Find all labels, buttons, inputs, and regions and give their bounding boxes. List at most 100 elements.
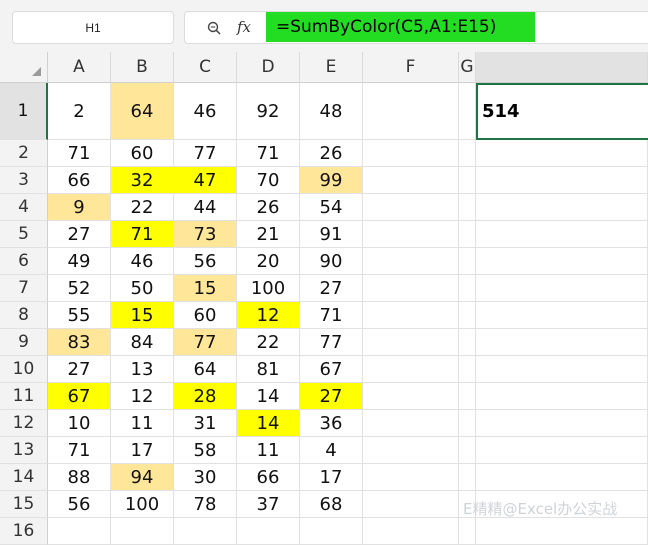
cell-h12[interactable]: [476, 410, 648, 437]
cell-d11[interactable]: 14: [237, 383, 300, 410]
function-icon[interactable]: fx: [237, 18, 251, 36]
row-header-15[interactable]: 15: [0, 491, 48, 518]
cell-h6[interactable]: [476, 248, 648, 275]
cell-b3[interactable]: 32: [111, 167, 174, 194]
cell-f4[interactable]: [363, 194, 459, 221]
row-header-12[interactable]: 12: [0, 410, 48, 437]
row-header-3[interactable]: 3: [0, 167, 48, 194]
cell-c15[interactable]: 78: [174, 491, 237, 518]
row-header-13[interactable]: 13: [0, 437, 48, 464]
cell-c16[interactable]: [174, 518, 237, 545]
cell-e13[interactable]: 4: [300, 437, 363, 464]
cell-d8[interactable]: 12: [237, 302, 300, 329]
row-header-6[interactable]: 6: [0, 248, 48, 275]
column-header-a[interactable]: A: [48, 52, 111, 83]
cell-d5[interactable]: 21: [237, 221, 300, 248]
cell-e1[interactable]: 48: [300, 83, 363, 140]
cell-c5[interactable]: 73: [174, 221, 237, 248]
cell-d12[interactable]: 14: [237, 410, 300, 437]
row-header-9[interactable]: 9: [0, 329, 48, 356]
cell-h14[interactable]: [476, 464, 648, 491]
cell-g4[interactable]: [459, 194, 476, 221]
active-cell-h1[interactable]: 514: [476, 83, 648, 140]
cell-a15[interactable]: 56: [48, 491, 111, 518]
cell-e5[interactable]: 91: [300, 221, 363, 248]
cell-a3[interactable]: 66: [48, 167, 111, 194]
cell-f6[interactable]: [363, 248, 459, 275]
cell-b8[interactable]: 15: [111, 302, 174, 329]
select-all-corner[interactable]: [0, 52, 48, 83]
cell-d6[interactable]: 20: [237, 248, 300, 275]
column-header-g[interactable]: G: [459, 52, 476, 83]
cell-a16[interactable]: [48, 518, 111, 545]
cell-a7[interactable]: 52: [48, 275, 111, 302]
cell-f10[interactable]: [363, 356, 459, 383]
cell-e14[interactable]: 17: [300, 464, 363, 491]
cell-f5[interactable]: [363, 221, 459, 248]
cell-g1[interactable]: [459, 83, 476, 140]
column-header-e[interactable]: E: [300, 52, 363, 83]
cell-d4[interactable]: 26: [237, 194, 300, 221]
cell-a6[interactable]: 49: [48, 248, 111, 275]
cell-f9[interactable]: [363, 329, 459, 356]
cell-b10[interactable]: 13: [111, 356, 174, 383]
cell-d14[interactable]: 66: [237, 464, 300, 491]
cell-c6[interactable]: 56: [174, 248, 237, 275]
cell-c9[interactable]: 77: [174, 329, 237, 356]
cell-a5[interactable]: 27: [48, 221, 111, 248]
cell-d16[interactable]: [237, 518, 300, 545]
cell-f3[interactable]: [363, 167, 459, 194]
cell-f13[interactable]: [363, 437, 459, 464]
cell-d13[interactable]: 11: [237, 437, 300, 464]
cell-b12[interactable]: 11: [111, 410, 174, 437]
cell-d15[interactable]: 37: [237, 491, 300, 518]
cell-g6[interactable]: [459, 248, 476, 275]
row-header-10[interactable]: 10: [0, 356, 48, 383]
cell-b2[interactable]: 60: [111, 140, 174, 167]
cell-h13[interactable]: [476, 437, 648, 464]
row-header-2[interactable]: 2: [0, 140, 48, 167]
cell-h8[interactable]: [476, 302, 648, 329]
cell-b16[interactable]: [111, 518, 174, 545]
cell-g12[interactable]: [459, 410, 476, 437]
cell-h7[interactable]: [476, 275, 648, 302]
cell-g14[interactable]: [459, 464, 476, 491]
cell-e6[interactable]: 90: [300, 248, 363, 275]
cell-c10[interactable]: 64: [174, 356, 237, 383]
cell-c14[interactable]: 30: [174, 464, 237, 491]
cell-e9[interactable]: 77: [300, 329, 363, 356]
formula-input[interactable]: =SumByColor(C5,A1:E15): [266, 12, 535, 42]
formula-bar[interactable]: fx =SumByColor(C5,A1:E15): [184, 11, 648, 44]
cell-c12[interactable]: 31: [174, 410, 237, 437]
cell-b15[interactable]: 100: [111, 491, 174, 518]
cell-d10[interactable]: 81: [237, 356, 300, 383]
cell-f7[interactable]: [363, 275, 459, 302]
cell-b14[interactable]: 94: [111, 464, 174, 491]
cell-d2[interactable]: 71: [237, 140, 300, 167]
cell-a14[interactable]: 88: [48, 464, 111, 491]
row-header-7[interactable]: 7: [0, 275, 48, 302]
cell-g7[interactable]: [459, 275, 476, 302]
column-header-c[interactable]: C: [174, 52, 237, 83]
cell-g13[interactable]: [459, 437, 476, 464]
cell-c11[interactable]: 28: [174, 383, 237, 410]
cell-b9[interactable]: 84: [111, 329, 174, 356]
cell-d1[interactable]: 92: [237, 83, 300, 140]
cell-c3[interactable]: 47: [174, 167, 237, 194]
row-header-11[interactable]: 11: [0, 383, 48, 410]
cell-d3[interactable]: 70: [237, 167, 300, 194]
cell-f8[interactable]: [363, 302, 459, 329]
cell-b6[interactable]: 46: [111, 248, 174, 275]
cell-h5[interactable]: [476, 221, 648, 248]
cell-b11[interactable]: 12: [111, 383, 174, 410]
cell-b7[interactable]: 50: [111, 275, 174, 302]
cell-h2[interactable]: [476, 140, 648, 167]
cell-c4[interactable]: 44: [174, 194, 237, 221]
row-header-8[interactable]: 8: [0, 302, 48, 329]
cell-e8[interactable]: 71: [300, 302, 363, 329]
cell-e12[interactable]: 36: [300, 410, 363, 437]
cell-g8[interactable]: [459, 302, 476, 329]
cell-a13[interactable]: 71: [48, 437, 111, 464]
cell-g2[interactable]: [459, 140, 476, 167]
name-box[interactable]: H1: [12, 11, 174, 44]
